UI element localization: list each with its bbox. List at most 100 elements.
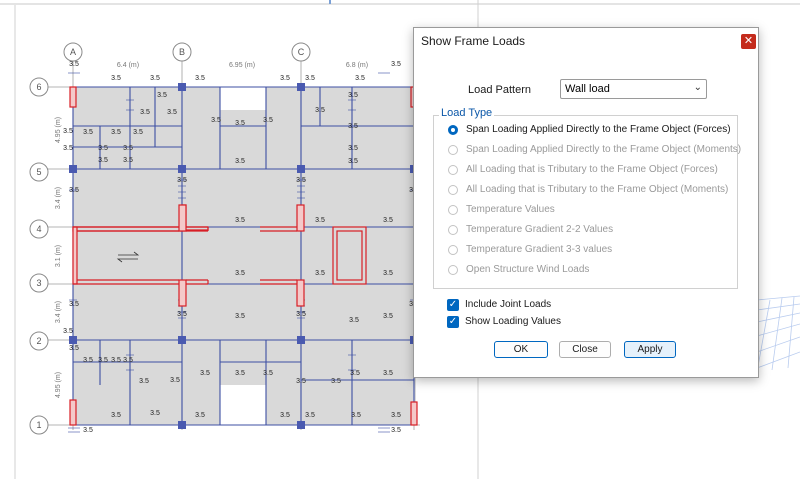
load-value-label: 3.5 — [280, 75, 290, 82]
load-value-label: 3.5 — [83, 129, 93, 136]
load-value-label: 3.5 — [383, 313, 393, 320]
load-value-label: 3.5 — [140, 109, 150, 116]
grid-y-label: 2 — [36, 336, 41, 346]
load-value-label: 3.5 — [195, 75, 205, 82]
load-value-label: 3.5 — [296, 378, 306, 385]
load-value-label: 3.5 — [150, 75, 160, 82]
chevron-down-icon: ⌄ — [693, 82, 702, 93]
radio-label: Open Structure Wind Loads — [466, 264, 590, 275]
grid-x-label: C — [298, 47, 305, 57]
radio-label: All Loading that is Tributary to the Fra… — [466, 164, 718, 175]
load-value-label: 3.5 — [69, 301, 79, 308]
load-value-label: 3.5 — [383, 370, 393, 377]
load-value-label: 3.5 — [331, 378, 341, 385]
load-value-label: 3.5 — [348, 123, 358, 130]
load-value-label: 3.5 — [383, 270, 393, 277]
x-spacing-label: 6.8 (m) — [346, 62, 368, 69]
radio-indicator — [448, 225, 458, 235]
load-value-label: 3.5 — [391, 61, 401, 68]
radio-indicator — [448, 265, 458, 275]
radio-label: Temperature Values — [466, 204, 555, 215]
load-value-label: 3.5 — [235, 270, 245, 277]
load-value-label: 3.5 — [200, 370, 210, 377]
load-pattern-select[interactable]: Wall load ⌄ — [560, 79, 707, 99]
load-value-label: 3.5 — [383, 217, 393, 224]
radio-indicator — [448, 185, 458, 195]
load-value-label: 3.5 — [235, 120, 245, 127]
load-pattern-label: Load Pattern — [468, 84, 531, 96]
load-value-label: 3.5 — [123, 145, 133, 152]
grid-y-label: 3 — [36, 278, 41, 288]
load-type-group — [433, 115, 738, 289]
load-value-label: 3.5 — [391, 427, 401, 434]
load-value-label: 3.5 — [235, 370, 245, 377]
load-value-label: 3.5 — [63, 128, 73, 135]
radio-label: Span Loading Applied Directly to the Fra… — [466, 124, 731, 135]
load-value-label: 3.5 — [98, 357, 108, 364]
load-value-label: 3.5 — [98, 157, 108, 164]
load-value-label: 3.5 — [111, 412, 121, 419]
radio-indicator — [448, 245, 458, 255]
load-value-label: 3.5 — [123, 157, 133, 164]
load-value-label: 3.5 — [195, 412, 205, 419]
load-value-label: 3.5 — [83, 357, 93, 364]
load-value-label: 3.5 — [69, 345, 79, 352]
load-value-label: 3.5 — [263, 370, 273, 377]
load-value-label: 3.5 — [280, 412, 290, 419]
ok-button[interactable]: OK — [494, 341, 548, 358]
y-spacing-label: 3.4 (m) — [55, 301, 62, 323]
load-value-label: 3.5 — [351, 412, 361, 419]
load-value-label: 3.5 — [170, 377, 180, 384]
load-value-label: 3.5 — [177, 177, 187, 184]
load-value-label: 3.5 — [235, 217, 245, 224]
radio-indicator — [448, 145, 458, 155]
checkmark-icon: ✓ — [447, 299, 459, 311]
y-spacing-label: 3.1 (m) — [55, 245, 62, 267]
include-joint-loads-label: Include Joint Loads — [465, 299, 552, 310]
radio-label: Temperature Gradient 2-2 Values — [466, 224, 614, 235]
load-value-label: 3.5 — [111, 75, 121, 82]
grid-y-label: 4 — [36, 224, 41, 234]
load-pattern-value: Wall load — [565, 83, 610, 95]
x-spacing-label: 6.95 (m) — [229, 62, 255, 69]
show-frame-loads-dialog: Show Frame Loads ✕ Load Pattern Wall loa… — [413, 27, 759, 378]
x-spacing-label: 6.4 (m) — [117, 62, 139, 69]
load-value-label: 3.5 — [139, 378, 149, 385]
load-value-label: 3.5 — [391, 412, 401, 419]
grid-y-label: 5 — [36, 167, 41, 177]
close-icon[interactable]: ✕ — [741, 34, 756, 49]
load-value-label: 3.5 — [98, 145, 108, 152]
load-value-label: 3.5 — [235, 158, 245, 165]
radio-indicator — [448, 125, 458, 135]
y-spacing-label: 4.95 (m) — [55, 372, 62, 398]
dialog-title: Show Frame Loads — [421, 34, 526, 48]
checkmark-icon: ✓ — [447, 316, 459, 328]
load-value-label: 3.5 — [296, 311, 306, 318]
load-value-label: 3.5 — [63, 145, 73, 152]
radio-label: All Loading that is Tributary to the Fra… — [466, 184, 729, 195]
grid-y-label: 6 — [36, 82, 41, 92]
load-value-label: 3.5 — [69, 187, 79, 194]
load-value-label: 3.5 — [111, 357, 121, 364]
grid-y-label: 1 — [36, 420, 41, 430]
grid-x-label: A — [70, 47, 76, 57]
load-value-label: 3.5 — [63, 328, 73, 335]
y-spacing-label: 3.4 (m) — [55, 187, 62, 209]
radio-label: Temperature Gradient 3-3 values — [466, 244, 613, 255]
radio-indicator — [448, 165, 458, 175]
load-value-label: 3.5 — [69, 61, 79, 68]
load-value-label: 3.5 — [211, 117, 221, 124]
load-type-label: Load Type — [439, 107, 495, 119]
y-spacing-label: 4.95 (m) — [55, 117, 62, 143]
load-value-label: 3.5 — [83, 427, 93, 434]
load-value-label: 3.5 — [123, 357, 133, 364]
load-value-label: 3.5 — [235, 313, 245, 320]
apply-button[interactable]: Apply — [624, 341, 676, 358]
load-value-label: 3.5 — [157, 92, 167, 99]
load-value-label: 3.5 — [133, 129, 143, 136]
grid-x-label: B — [179, 47, 185, 57]
load-value-label: 3.5 — [315, 217, 325, 224]
load-value-label: 3.5 — [350, 370, 360, 377]
close-button[interactable]: Close — [559, 341, 611, 358]
load-value-label: 3.5 — [305, 75, 315, 82]
